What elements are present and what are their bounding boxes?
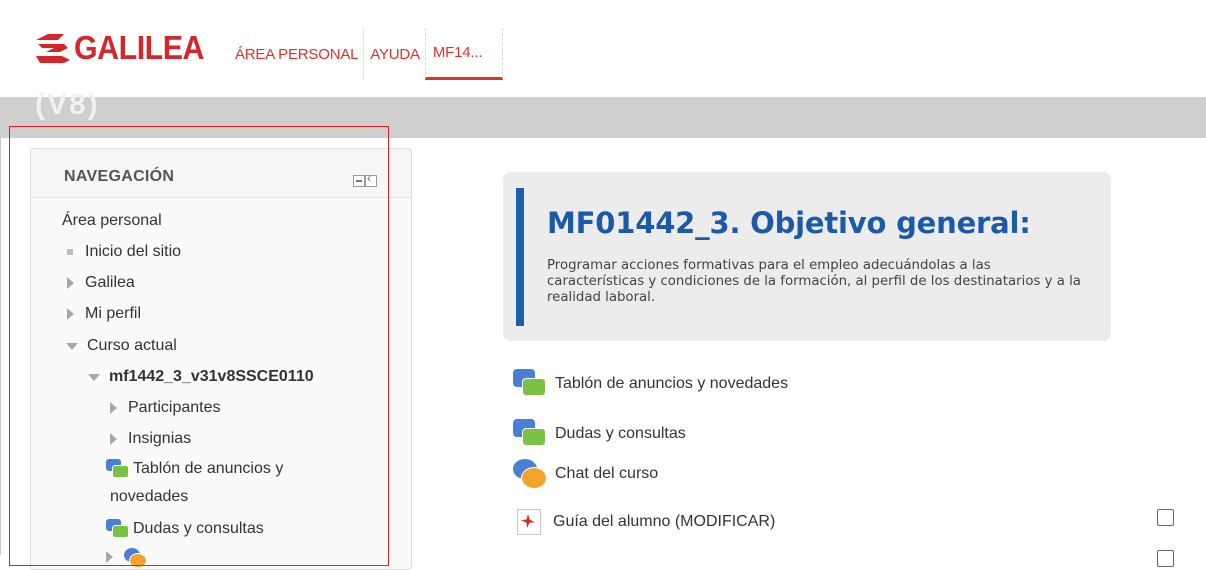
objective-title: MF01442_3. Objetivo general: <box>547 206 1031 240</box>
galilea-logo-icon <box>34 32 72 64</box>
completion-checkbox[interactable] <box>1157 550 1174 567</box>
activity-guia[interactable]: Guía del alumno (MODIFICAR) <box>513 509 775 535</box>
forum-icon <box>513 419 546 449</box>
nav-area-personal[interactable]: ÁREA PERSONAL <box>229 28 363 80</box>
logo-text: GALILEA <box>74 29 205 66</box>
top-nav: ÁREA PERSONAL AYUDA MF14... <box>229 28 504 80</box>
activity-label[interactable]: Chat del curso <box>555 465 658 483</box>
activity-label[interactable]: Tablón de anuncios y novedades <box>555 375 788 393</box>
galilea-logo[interactable]: GALILEA <box>34 29 215 66</box>
activity-chat[interactable]: Chat del curso <box>513 459 658 489</box>
objective-box: MF01442_3. Objetivo general: Programar a… <box>503 172 1111 341</box>
activity-label[interactable]: Dudas y consultas <box>555 425 686 443</box>
course-banner-text: (V8) <box>35 88 100 121</box>
nav-course-tab[interactable]: MF14... <box>424 28 504 80</box>
chat-icon <box>513 459 547 489</box>
forum-icon <box>513 369 546 399</box>
objective-text: Programar acciones formativas para el em… <box>547 258 1081 305</box>
nav-ayuda[interactable]: AYUDA <box>363 28 425 80</box>
activity-dudas[interactable]: Dudas y consultas <box>513 419 686 449</box>
activity-label[interactable]: Guía del alumno (MODIFICAR) <box>553 513 775 531</box>
highlight-frame <box>9 126 389 566</box>
activity-tablon[interactable]: Tablón de anuncios y novedades <box>513 369 788 399</box>
completion-checkbox[interactable] <box>1157 509 1174 526</box>
objective-accent-bar <box>516 188 524 326</box>
header-bar: GALILEA ÁREA PERSONAL AYUDA MF14... <box>0 0 1206 98</box>
pdf-icon <box>517 509 541 535</box>
